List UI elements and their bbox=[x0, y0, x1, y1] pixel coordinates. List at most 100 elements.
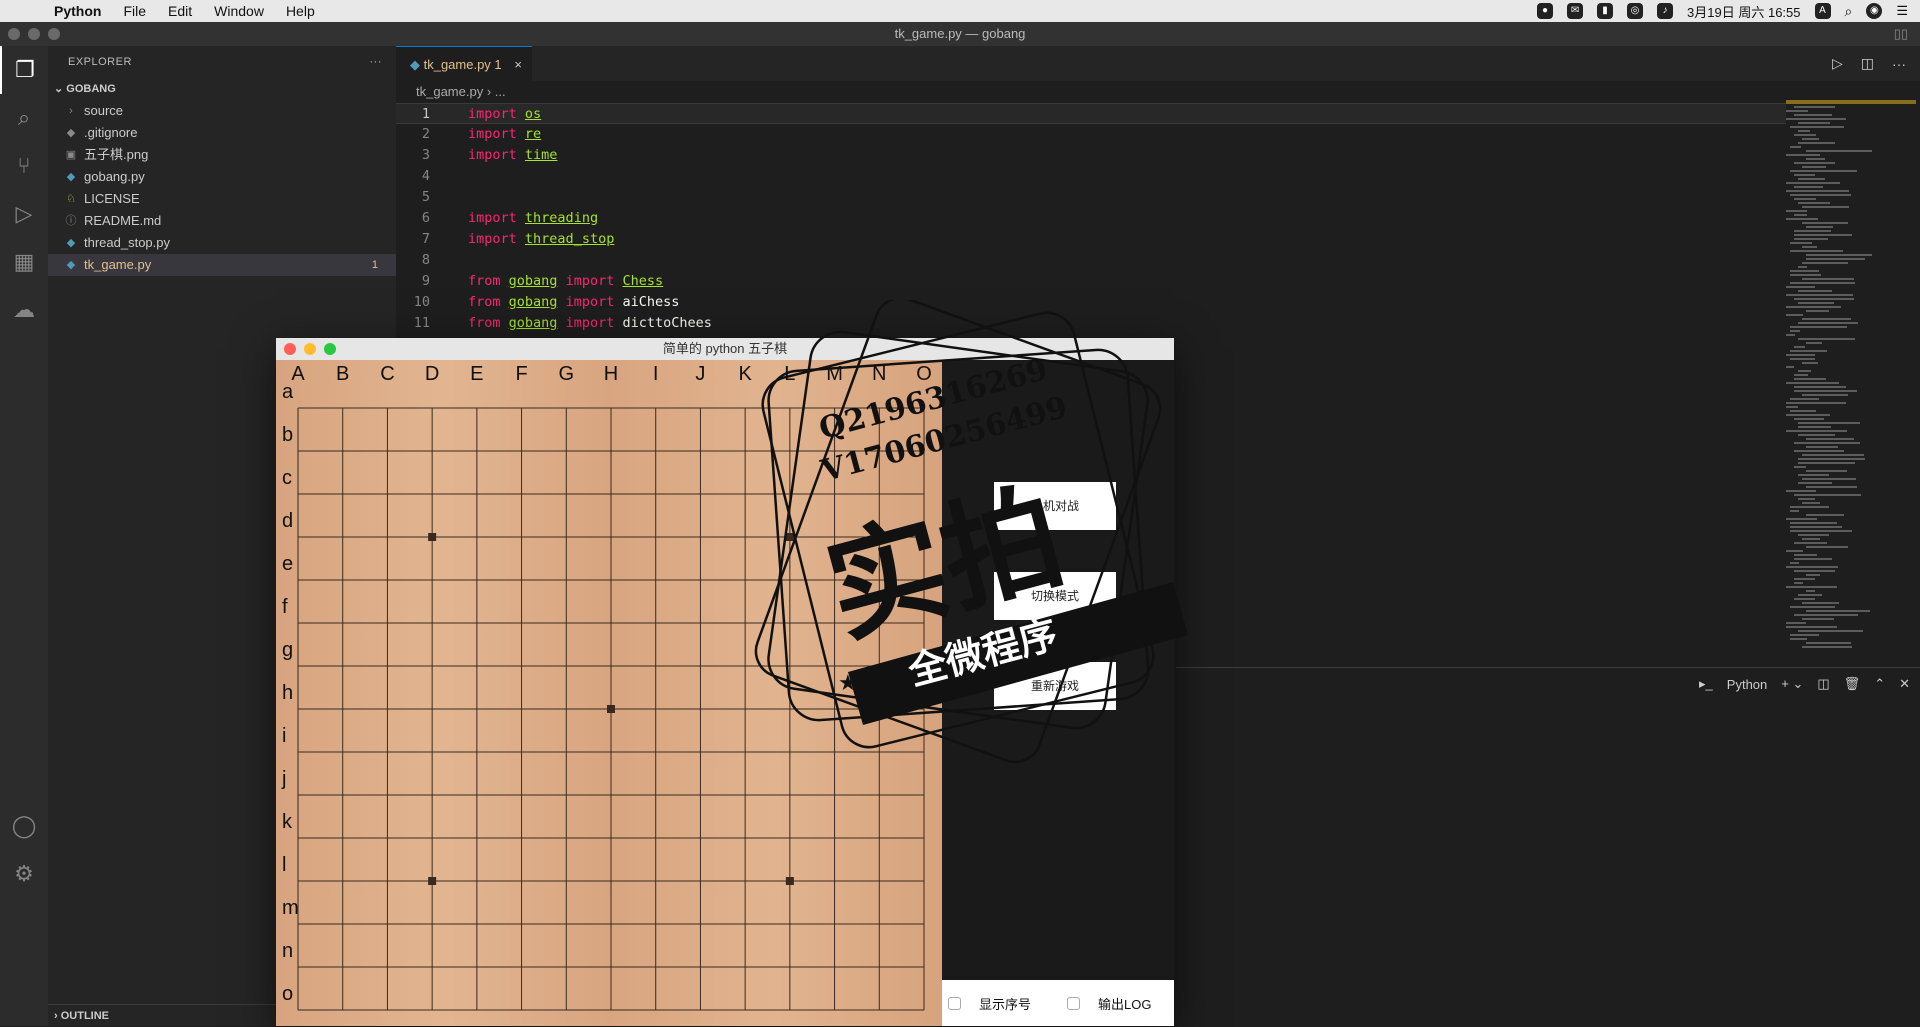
tree-item-tk-game-py[interactable]: ◆ tk_game.py 1 bbox=[48, 254, 396, 276]
minimap-line bbox=[1786, 622, 1806, 624]
code-line[interactable]: 7 import thread_stop bbox=[396, 229, 1786, 250]
tab-tk-game[interactable]: ◆ tk_game.py 1 × bbox=[396, 46, 532, 81]
minimap-line bbox=[1786, 566, 1838, 568]
minimap-line bbox=[1798, 534, 1829, 536]
window-title-bar: tk_game.py — gobang ▯▯ bbox=[0, 22, 1920, 46]
show-index-checkbox[interactable] bbox=[948, 996, 961, 1010]
zoom-window-button[interactable] bbox=[48, 28, 60, 40]
signal-icon[interactable]: ▮ bbox=[1597, 3, 1614, 19]
code-line[interactable]: 6 import threading bbox=[396, 208, 1786, 229]
more-actions-icon[interactable]: ··· bbox=[370, 46, 383, 78]
explorer-icon[interactable]: ❐ bbox=[0, 46, 48, 94]
tree-item-label: LICENSE bbox=[84, 191, 140, 206]
tree-item-source[interactable]: › source bbox=[48, 100, 396, 122]
menu-help[interactable]: Help bbox=[286, 3, 315, 19]
game-board[interactable]: Aa Bb Cc Dd Ee Ff Gg Hh Ii Jj Kk Ll Mm Nn Oo bbox=[276, 360, 942, 1026]
breadcrumb[interactable]: tk_game.py › ... bbox=[396, 81, 1796, 103]
code-line[interactable]: 4 bbox=[396, 166, 1786, 187]
vpn-icon[interactable]: ◎ bbox=[1627, 3, 1644, 19]
clock[interactable]: 3月19日 周六 16:55 bbox=[1687, 2, 1800, 21]
keyword-token: import bbox=[468, 147, 517, 163]
maximize-panel-icon[interactable]: ⌃ bbox=[1874, 676, 1885, 692]
layout-icon[interactable]: ▯▯ bbox=[1894, 22, 1908, 46]
run-icon[interactable]: ▷ bbox=[1832, 55, 1843, 72]
minimap-line bbox=[1806, 158, 1825, 160]
line-number: 7 bbox=[421, 231, 430, 247]
minimap-line bbox=[1794, 450, 1844, 452]
game-zoom-button[interactable] bbox=[324, 343, 336, 355]
minimap-line bbox=[1794, 494, 1861, 496]
tree-item--png[interactable]: ▣ 五子棋.png bbox=[48, 144, 396, 166]
minimap-line bbox=[1786, 118, 1846, 120]
code-line[interactable]: 9 from gobang import Chess bbox=[396, 271, 1786, 292]
activity-bar: ❐ ⌕ ⑂ ▷ ▦ ☁ ◯ ⚙ bbox=[0, 46, 48, 1026]
minimap-line bbox=[1786, 210, 1807, 212]
output-log-checkbox[interactable] bbox=[1067, 996, 1081, 1010]
restart-game-button[interactable]: 重新游戏 bbox=[994, 662, 1116, 710]
tree-item--gitignore[interactable]: ◆ .gitignore bbox=[48, 122, 396, 144]
record-icon[interactable]: ● bbox=[1537, 3, 1554, 19]
minimap[interactable] bbox=[1786, 100, 1916, 660]
new-terminal-icon[interactable]: + ⌄ bbox=[1781, 676, 1803, 692]
extensions-icon[interactable]: ▦ bbox=[0, 238, 48, 286]
source-control-icon[interactable]: ⑂ bbox=[0, 142, 48, 190]
minimap-line bbox=[1790, 562, 1799, 564]
game-close-button[interactable] bbox=[284, 343, 296, 355]
code-line[interactable]: 1 import os bbox=[396, 103, 1786, 124]
minimap-line bbox=[1794, 214, 1807, 216]
spotlight-icon[interactable]: ⌕ bbox=[1845, 3, 1853, 20]
code-line[interactable]: 10 from gobang import aiChess bbox=[396, 292, 1786, 313]
row-label: k bbox=[282, 811, 293, 833]
account-icon[interactable]: ◯ bbox=[0, 802, 48, 850]
board-grid[interactable]: Aa Bb Cc Dd Ee Ff Gg Hh Ii Jj Kk Ll Mm Nn Oo bbox=[276, 360, 942, 1026]
volume-icon[interactable]: ♪ bbox=[1657, 3, 1674, 19]
minimap-line bbox=[1798, 458, 1865, 460]
close-tab-icon[interactable]: × bbox=[514, 47, 522, 82]
menu-file[interactable]: File bbox=[123, 3, 146, 19]
tree-item-license[interactable]: ♘ LICENSE bbox=[48, 188, 396, 210]
tree-item-thread-stop-py[interactable]: ◆ thread_stop.py bbox=[48, 232, 396, 254]
code-line[interactable]: 2 import re bbox=[396, 124, 1786, 145]
minimap-line bbox=[1806, 446, 1838, 448]
close-panel-icon[interactable]: ✕ bbox=[1899, 676, 1910, 692]
terminal-name[interactable]: Python bbox=[1727, 677, 1767, 692]
run-debug-icon[interactable]: ▷ bbox=[0, 190, 48, 238]
control-center-icon[interactable]: ☰ bbox=[1896, 3, 1908, 19]
minimap-line bbox=[1802, 206, 1849, 208]
line-number: 6 bbox=[421, 210, 430, 226]
split-terminal-icon[interactable]: ◫ bbox=[1817, 676, 1829, 692]
code-line[interactable]: 5 bbox=[396, 187, 1786, 208]
menu-edit[interactable]: Edit bbox=[168, 3, 192, 19]
python-icon: ◆ bbox=[66, 171, 76, 183]
search-icon[interactable]: ⌕ bbox=[0, 94, 48, 142]
license-icon: ♘ bbox=[66, 193, 76, 205]
project-folder[interactable]: ⌄ GOBANG bbox=[48, 78, 396, 100]
input-source-icon[interactable]: A bbox=[1814, 3, 1831, 19]
tree-item-gobang-py[interactable]: ◆ gobang.py bbox=[48, 166, 396, 188]
menu-app-python[interactable]: Python bbox=[54, 3, 101, 19]
star-point bbox=[785, 533, 794, 541]
code-line[interactable]: 3 import time bbox=[396, 145, 1786, 166]
more-actions-icon[interactable]: ··· bbox=[1892, 56, 1906, 72]
switch-mode-button[interactable]: 切换模式 bbox=[994, 572, 1116, 620]
tree-item-readme-md[interactable]: ⓘ README.md bbox=[48, 210, 396, 232]
close-window-button[interactable] bbox=[8, 28, 20, 40]
code-line[interactable]: 11 from gobang import dicttoChees bbox=[396, 313, 1786, 334]
split-editor-icon[interactable]: ◫ bbox=[1861, 55, 1874, 72]
minimap-line bbox=[1798, 434, 1835, 436]
code-line[interactable]: 8 bbox=[396, 250, 1786, 271]
ai-battle-button[interactable]: 人机对战 bbox=[994, 482, 1116, 530]
minimize-window-button[interactable] bbox=[28, 28, 40, 40]
trash-icon[interactable]: 🗑 bbox=[1844, 676, 1861, 692]
docker-icon[interactable]: ☁ bbox=[0, 286, 48, 334]
siri-icon[interactable]: ◉ bbox=[1866, 3, 1883, 19]
code-editor[interactable]: 1 import os 2 import re 3 import time 4 5 6 impor… bbox=[396, 103, 1786, 333]
minimap-line bbox=[1802, 618, 1834, 620]
settings-gear-icon[interactable]: ⚙ bbox=[0, 850, 48, 898]
wechat-icon[interactable]: ✉ bbox=[1567, 3, 1584, 19]
menu-window[interactable]: Window bbox=[214, 3, 264, 19]
game-minimize-button[interactable] bbox=[304, 343, 316, 355]
